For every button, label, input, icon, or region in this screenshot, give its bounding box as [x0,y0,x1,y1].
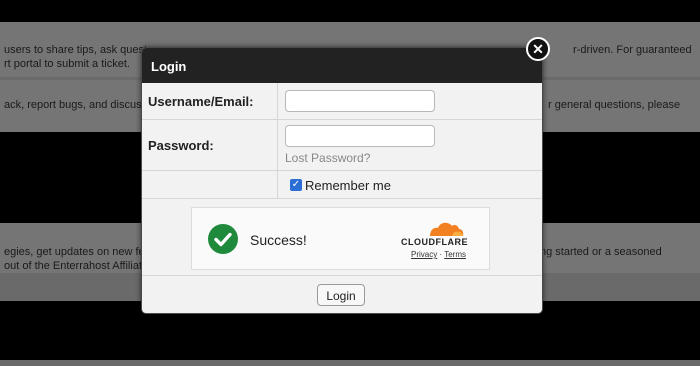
terms-link[interactable]: Terms [444,250,466,259]
modal-title: Login [151,59,187,74]
captcha-status: Success! [250,232,307,248]
background-text: rt portal to submit a ticket. [4,58,130,70]
background-text: egies, get updates on new fe [4,246,145,258]
close-icon[interactable]: ✕ [526,37,550,61]
privacy-link[interactable]: Privacy [411,250,437,259]
remember-value-cell: ✓ Remember me [278,171,542,199]
background-text: r-driven. For guaranteed [573,44,692,56]
username-label-cell: Username/Email: [142,83,278,120]
remember-checkbox[interactable]: ✓ [290,179,302,191]
background-text: ng started or a seasoned [540,246,662,258]
cloudflare-wordmark: CLOUDFLARE [401,237,468,247]
background-text: out of the Enterrahost Affiliat [4,260,142,272]
password-label: Password: [148,138,214,153]
background-text: ack, report bugs, and discuss [4,99,148,111]
username-value-cell [278,83,542,120]
background-text: r general questions, please [548,99,681,111]
password-label-cell: Password: [142,120,278,171]
password-input[interactable] [285,125,435,147]
login-button[interactable]: Login [317,284,365,306]
remember-me-label[interactable]: Remember me [305,178,391,193]
cloudflare-turnstile[interactable]: Success! CLOUDFLARE Privacy · Terms [191,207,490,270]
password-value-cell: Lost Password? [278,120,542,171]
username-label: Username/Email: [148,94,254,109]
login-modal: Login Username/Email: Password: Lost Pas… [141,47,543,314]
cloudflare-links: Privacy · Terms [411,250,466,259]
captcha-row: Success! CLOUDFLARE Privacy · Terms [142,199,542,276]
remember-label-cell [142,171,278,199]
lost-password-link[interactable]: Lost Password? [285,151,370,165]
username-input[interactable] [285,90,435,112]
link-separator: · [439,250,443,259]
background-section-3 [0,360,700,366]
success-check-icon [208,224,238,254]
background-text: users to share tips, ask quest [4,44,148,56]
modal-header: Login [142,48,542,83]
